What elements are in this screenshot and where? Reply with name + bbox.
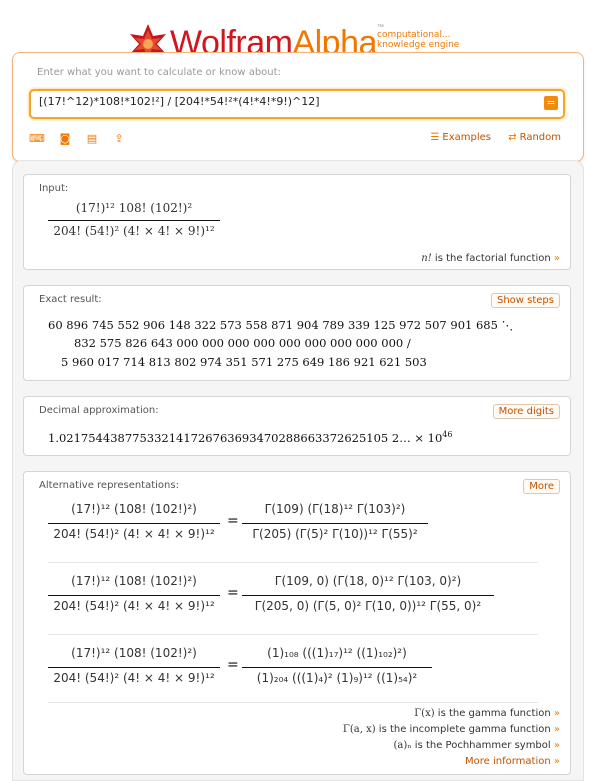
more-button[interactable]: More bbox=[523, 479, 560, 494]
more-arrow-icon: » bbox=[553, 756, 560, 767]
alt-lhs-fraction: (17!)¹² (108! (102!)²) 204! (54!)² (4! ×… bbox=[48, 574, 220, 618]
note-text: is the incomplete gamma function bbox=[375, 724, 551, 735]
pod-title: Exact result: bbox=[39, 294, 102, 305]
decimal-exponent: 46 bbox=[442, 430, 453, 439]
logo-tagline-2: knowledge engine bbox=[377, 40, 460, 50]
alternative-representations-pod: Alternative representations: More (17!)¹… bbox=[23, 471, 571, 775]
more-arrow-icon: » bbox=[553, 740, 560, 751]
show-steps-button[interactable]: Show steps bbox=[490, 293, 560, 308]
alt-lhs-denominator: 204! (54!)² (4! × 4! × 9!)¹² bbox=[53, 671, 215, 685]
exact-line-3: 5 960 017 714 813 802 974 351 571 275 64… bbox=[61, 355, 427, 369]
alt-rhs-fraction: Γ(109) (Γ(18)¹² Γ(103)²) Γ(205) (Γ(5)² Γ… bbox=[242, 502, 428, 546]
fraction-bar bbox=[242, 523, 428, 524]
gamma-note[interactable]: Γ(x) is the gamma function » bbox=[414, 708, 560, 719]
search-panel: Enter what you want to calculate or know… bbox=[12, 52, 584, 162]
input-fraction: (17!)¹² 108! (102!)² 204! (54!)² (4! × 4… bbox=[48, 199, 220, 243]
alt-rhs-numerator: (1)₁₀₈ (((1)₁₇)¹² ((1)₁₀₂)²) bbox=[267, 646, 407, 660]
alt-rhs-denominator: (1)₂₀₄ (((1)₄)² (1)₉)¹² ((1)₅₄)² bbox=[256, 671, 418, 685]
alt-lhs-fraction: (17!)¹² (108! (102!)²) 204! (54!)² (4! ×… bbox=[48, 502, 220, 546]
search-links: ☰ Examples ⇄ Random bbox=[416, 132, 561, 143]
divider bbox=[48, 634, 538, 635]
logo-tagline: computational... knowledge engine bbox=[377, 30, 459, 50]
note-function: Γ(a, x) bbox=[342, 724, 376, 735]
fraction-bar bbox=[48, 220, 220, 221]
more-information-label: More information bbox=[465, 756, 551, 767]
more-arrow-icon: » bbox=[553, 708, 560, 719]
alt-lhs-numerator: (17!)¹² (108! (102!)²) bbox=[71, 574, 197, 588]
examples-link[interactable]: ☰ Examples bbox=[430, 132, 491, 143]
exact-result-pod: Exact result: Show steps 60 896 745 552 … bbox=[23, 285, 571, 381]
keyboard-icon[interactable]: ⌨ bbox=[29, 133, 45, 145]
submit-button[interactable]: = bbox=[544, 96, 558, 110]
decimal-value-line: 1.02175443877533214172676369347028866337… bbox=[48, 430, 452, 445]
camera-icon[interactable]: ◙ bbox=[57, 133, 73, 145]
divider bbox=[48, 562, 538, 563]
fraction-bar bbox=[48, 523, 220, 524]
logo-tagline-1: computational... bbox=[377, 30, 451, 40]
upload-icon[interactable]: ⇪ bbox=[111, 133, 127, 145]
search-hint: Enter what you want to calculate or know… bbox=[37, 67, 281, 78]
decimal-value: 1.02175443877533214172676369347028866337… bbox=[48, 430, 411, 445]
alt-lhs-numerator: (17!)¹² (108! (102!)²) bbox=[71, 502, 197, 516]
note-text: is the factorial function bbox=[431, 253, 551, 264]
more-information-link[interactable]: More information » bbox=[465, 756, 560, 767]
more-arrow-icon: » bbox=[553, 724, 560, 735]
note-text: is the gamma function bbox=[434, 708, 551, 719]
search-input[interactable] bbox=[39, 95, 529, 108]
note-function: Γ(x) bbox=[414, 708, 435, 719]
search-field[interactable]: = bbox=[29, 89, 565, 119]
note-function: (a)ₙ bbox=[393, 740, 412, 751]
examples-label: Examples bbox=[442, 132, 492, 143]
random-label: Random bbox=[519, 132, 561, 143]
alt-lhs-numerator: (17!)¹² (108! (102!)²) bbox=[71, 646, 197, 660]
pod-title: Decimal approximation: bbox=[39, 405, 159, 416]
alt-rhs-fraction: Γ(109, 0) (Γ(18, 0)¹² Γ(103, 0)²) Γ(205,… bbox=[242, 574, 494, 618]
pod-title: Alternative representations: bbox=[39, 480, 179, 491]
input-note[interactable]: n! is the factorial function » bbox=[421, 253, 560, 264]
equals-sign: = bbox=[227, 585, 239, 601]
more-digits-button[interactable]: More digits bbox=[492, 404, 560, 419]
input-pod: Input: (17!)¹² 108! (102!)² 204! (54!)² … bbox=[23, 174, 571, 270]
times-ten: × 10 bbox=[410, 430, 443, 445]
equals-sign: = bbox=[227, 513, 239, 529]
equals-sign: = bbox=[227, 657, 239, 673]
pod-title: Input: bbox=[39, 183, 69, 194]
fraction-bar bbox=[242, 595, 494, 596]
random-link[interactable]: ⇄ Random bbox=[508, 132, 561, 143]
exact-line-1: 60 896 745 552 906 148 322 573 558 871 9… bbox=[48, 318, 514, 332]
fraction-bar bbox=[48, 667, 220, 668]
alt-rhs-denominator: Γ(205) (Γ(5)² Γ(10))¹² Γ(55)² bbox=[252, 527, 418, 541]
alt-lhs-denominator: 204! (54!)² (4! × 4! × 9!)¹² bbox=[53, 527, 215, 541]
incomplete-gamma-note[interactable]: Γ(a, x) is the incomplete gamma function… bbox=[343, 724, 560, 735]
note-function: n! bbox=[421, 253, 432, 264]
fraction-bar bbox=[48, 595, 220, 596]
alt-rhs-numerator: Γ(109) (Γ(18)¹² Γ(103)²) bbox=[264, 502, 406, 516]
input-denominator: 204! (54!)² (4! × 4! × 9!)¹² bbox=[53, 224, 215, 238]
alt-rhs-fraction: (1)₁₀₈ (((1)₁₇)¹² ((1)₁₀₂)²) (1)₂₀₄ (((1… bbox=[242, 646, 432, 690]
alt-lhs-denominator: 204! (54!)² (4! × 4! × 9!)¹² bbox=[53, 599, 215, 613]
note-text: is the Pochhammer symbol bbox=[411, 740, 551, 751]
alt-rhs-denominator: Γ(205, 0) (Γ(5, 0)² Γ(10, 0))¹² Γ(55, 0)… bbox=[254, 599, 482, 613]
results-area: Input: (17!)¹² 108! (102!)² 204! (54!)² … bbox=[12, 160, 584, 781]
more-arrow-icon: » bbox=[553, 253, 560, 264]
input-numerator: (17!)¹² 108! (102!)² bbox=[75, 201, 193, 215]
divider bbox=[48, 702, 538, 703]
pochhammer-note[interactable]: (a)ₙ is the Pochhammer symbol » bbox=[394, 740, 560, 751]
list-icon: ☰ bbox=[430, 132, 440, 143]
exact-line-2: 832 575 826 643 000 000 000 000 000 000 … bbox=[74, 336, 411, 350]
alt-lhs-fraction: (17!)¹² (108! (102!)²) 204! (54!)² (4! ×… bbox=[48, 646, 220, 690]
shuffle-icon: ⇄ bbox=[508, 132, 517, 143]
fraction-bar bbox=[242, 667, 432, 668]
table-icon[interactable]: ▤ bbox=[84, 133, 100, 145]
decimal-pod: Decimal approximation: More digits 1.021… bbox=[23, 396, 571, 456]
alt-rhs-numerator: Γ(109, 0) (Γ(18, 0)¹² Γ(103, 0)²) bbox=[274, 574, 462, 588]
